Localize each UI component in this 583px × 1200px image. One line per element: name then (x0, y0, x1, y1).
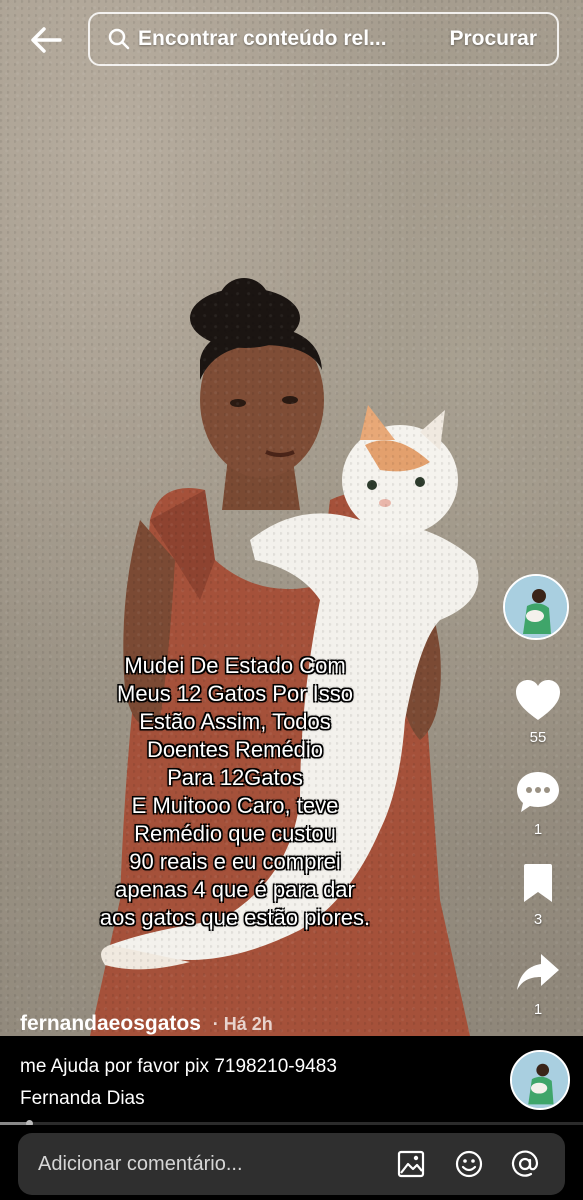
like-button[interactable]: 55 (510, 678, 566, 746)
author-name[interactable]: fernandaeosgatos (20, 1012, 201, 1035)
bookmark-icon (524, 864, 552, 902)
comment-placeholder: Adicionar comentário... (38, 1152, 243, 1175)
like-count: 55 (529, 729, 547, 746)
post-time: · Há 2h (212, 1014, 273, 1034)
caption-line: apenas 4 que é para dar (115, 877, 355, 902)
caption-line: Para 12Gatos (167, 765, 303, 790)
share-count: 1 (533, 1001, 543, 1018)
caption-line: E Muitooo Caro, teve (131, 793, 339, 818)
at-icon[interactable] (510, 1149, 540, 1179)
caption-line: aos gatos que estão piores. (99, 905, 371, 930)
comment-input[interactable]: Adicionar comentário... (18, 1133, 565, 1195)
share-button[interactable]: 1 (510, 950, 566, 1018)
author-line: fernandaeosgatos · Há 2h (20, 1012, 273, 1036)
avatar-image (512, 1052, 568, 1108)
caption-line: Doentes Remédio (146, 737, 324, 762)
creator-avatar[interactable] (503, 574, 569, 640)
description-subtext: Fernanda Dias (20, 1088, 145, 1109)
search-input[interactable]: Encontrar conteúdo rel... (138, 27, 387, 51)
avatar-image (505, 576, 567, 638)
search-icon (108, 28, 130, 50)
share-icon (517, 954, 559, 990)
comment-icon (517, 772, 559, 812)
caption-line: Estão Assim, Todos (139, 709, 331, 734)
caption-line: 90 reais e eu comprei (129, 849, 341, 874)
caption-line: Meus 12 Gatos Por Isso (117, 681, 353, 706)
comment-button[interactable]: 1 (510, 770, 566, 838)
search-bar[interactable]: Encontrar conteúdo rel... Procurar (88, 12, 559, 66)
comment-bar: Adicionar comentário... (0, 1125, 583, 1200)
image-icon[interactable] (396, 1149, 426, 1179)
heart-icon (516, 680, 560, 720)
arrow-left-icon (31, 27, 62, 53)
search-button[interactable]: Procurar (449, 27, 537, 51)
back-button[interactable] (26, 22, 66, 58)
emoji-icon[interactable] (454, 1149, 484, 1179)
description-avatar[interactable] (510, 1050, 570, 1110)
caption-line: Mudei De Estado Com (124, 653, 346, 678)
description-panel[interactable]: me Ajuda por favor pix 7198210-9483 Fern… (0, 1036, 583, 1124)
comment-count: 1 (533, 821, 543, 838)
save-count: 3 (533, 911, 543, 928)
video-caption: Mudei De Estado Com Meus 12 Gatos Por Is… (40, 652, 430, 932)
save-button[interactable]: 3 (510, 862, 566, 928)
caption-line: Remédio que custou (134, 821, 336, 846)
description-text: me Ajuda por favor pix 7198210-9483 (20, 1056, 337, 1077)
